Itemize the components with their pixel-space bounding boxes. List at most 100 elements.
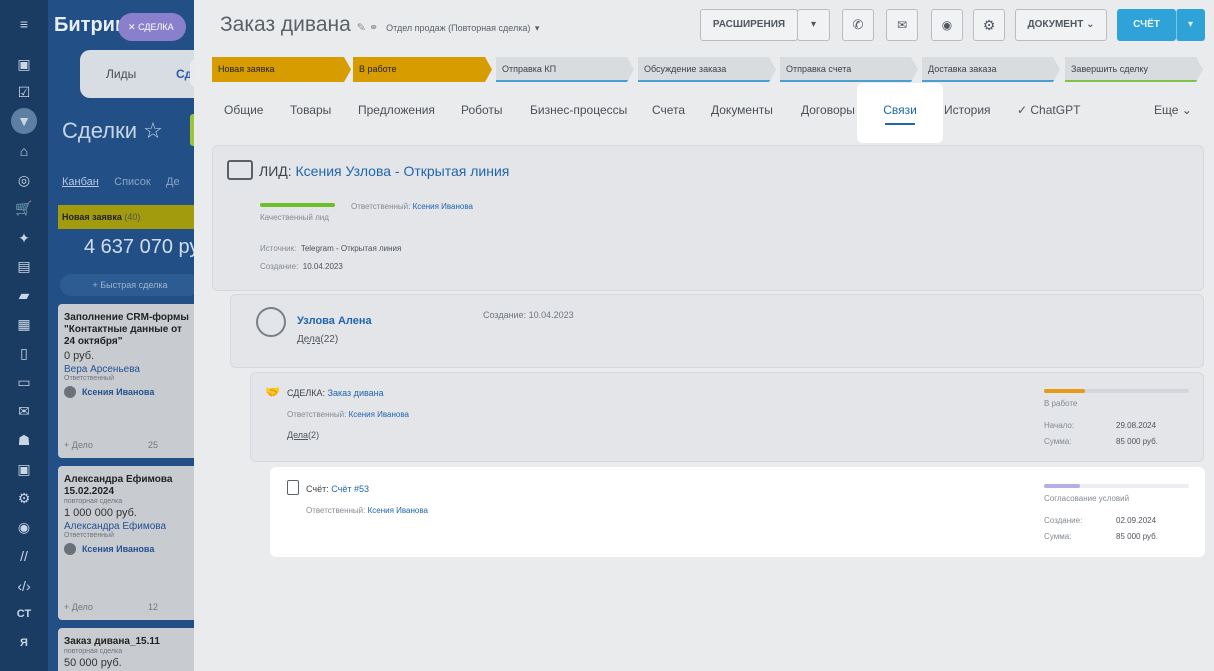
lead-card-icon — [227, 160, 253, 180]
contact-deals[interactable]: Дела(22) — [297, 334, 338, 345]
tab-more[interactable]: Еще ⌄ — [1154, 103, 1192, 117]
bg-page-title: Сделки ☆ — [62, 118, 163, 143]
card-contact[interactable]: Александра Ефимова — [64, 521, 192, 532]
tab-bar: Общие Товары Предложения Роботы Бизнес-п… — [224, 95, 1204, 125]
deal-link[interactable]: Заказ дивана — [328, 388, 384, 398]
invoice-button[interactable]: СЧЁТ — [1117, 9, 1176, 41]
kanban-column-header: Новая заявка (40) — [58, 205, 194, 229]
card-responsible[interactable]: Ксения Иванова — [64, 543, 192, 555]
target-icon[interactable]: ◎ — [14, 170, 34, 190]
deal-chip-label: СДЕЛКА — [138, 22, 174, 32]
tab-contracts[interactable]: Договоры — [801, 103, 855, 117]
filter-icon[interactable]: ▼ — [11, 108, 37, 134]
bank-icon[interactable]: ⌂ — [14, 141, 34, 161]
stage-send-kp[interactable]: Отправка КП — [496, 57, 634, 82]
card-price: 0 руб. — [64, 350, 95, 362]
invoice-block: Счёт: Счёт #53 Ответственный: Ксения Ива… — [270, 467, 1205, 557]
page-title: Заказ дивана ✎ ⚭ Отдел продаж (Повторная … — [220, 13, 540, 36]
mail-icon[interactable]: ✉ — [14, 401, 34, 421]
card-responsible[interactable]: Ксения Иванова — [64, 386, 192, 398]
view-kanban[interactable]: Канбан — [62, 176, 99, 188]
extensions-dropdown[interactable]: ▾ — [797, 9, 830, 41]
brand-logo: Битрик — [54, 14, 125, 36]
lead-source: Источник: Telegram - Открытая линия — [260, 244, 402, 253]
card-footer[interactable]: + Дело 25 — [64, 440, 158, 450]
tab-invoices[interactable]: Счета — [652, 103, 685, 117]
contact-link[interactable]: Узлова Алена — [297, 315, 372, 327]
deal-card[interactable]: Заполнение CRM-формы "Контактные данные … — [58, 304, 194, 458]
lead-link[interactable]: Ксения Узлова - Открытая линия — [296, 163, 510, 179]
close-icon[interactable]: ✕ — [128, 22, 136, 32]
invoice-responsible-link[interactable]: Ксения Иванова — [368, 506, 428, 515]
tab-general[interactable]: Общие — [224, 103, 263, 117]
view-other[interactable]: Де — [166, 176, 180, 188]
stage-discussion[interactable]: Обсуждение заказа — [638, 57, 776, 82]
bg-tabs: Лиды Сд ⇲ — [80, 50, 194, 98]
mail-icon[interactable]: ✉ — [886, 9, 918, 41]
calendar-icon[interactable]: ▦ — [14, 314, 34, 334]
star-icon[interactable]: ☆ — [143, 118, 163, 143]
marketing-icon[interactable]: // — [14, 546, 34, 566]
card-role: Ответственный — [64, 532, 114, 539]
stage-finish[interactable]: Завершить сделку — [1065, 57, 1203, 82]
tab-documents[interactable]: Документы — [711, 103, 773, 117]
drive-icon[interactable]: ▭ — [14, 372, 34, 392]
card-price: 1 000 000 руб. — [64, 507, 137, 519]
invoice-sum-label: Сумма: — [1044, 532, 1072, 541]
deal-status: В работе — [1044, 399, 1078, 408]
contact-block: Узлова Алена Дела(22) Создание: 10.04.20… — [230, 294, 1204, 368]
quick-deal-button[interactable]: + Быстрая сделка — [60, 274, 194, 296]
category-select[interactable]: Отдел продаж (Повторная сделка) — [386, 23, 530, 33]
chat-icon[interactable]: ▰ — [14, 285, 34, 305]
stage-in-work[interactable]: В работе — [353, 57, 492, 82]
robot-icon[interactable]: ⚙ — [14, 488, 34, 508]
deal-deals[interactable]: Дела(2) — [287, 430, 319, 440]
lead-block: ЛИД: Ксения Узлова - Открытая линия Каче… — [212, 145, 1204, 291]
tab-links[interactable]: Связи — [857, 83, 943, 143]
menu-icon[interactable]: ≡ — [14, 14, 34, 34]
card-contact[interactable]: Вера Арсеньева — [64, 364, 192, 375]
card-footer[interactable]: + Дело 12 — [64, 602, 158, 612]
tab-chatgpt[interactable]: ✓ ChatGPT — [1017, 103, 1080, 117]
lead-responsible-link[interactable]: Ксения Иванова — [413, 202, 473, 211]
gear-icon[interactable]: ⚙ — [973, 9, 1005, 41]
tab-offers[interactable]: Предложения — [358, 103, 435, 117]
deal-card[interactable]: Александра Ефимова 15.02.2024 повторная … — [58, 466, 194, 620]
tab-bp[interactable]: Бизнес-процессы — [530, 103, 627, 117]
bg-tab-leads[interactable]: Лиды — [106, 67, 136, 81]
deal-card[interactable]: Заказ дивана_15.11 повторная сделка 50 0… — [58, 628, 194, 671]
tab-products[interactable]: Товары — [290, 103, 331, 117]
rail-ct[interactable]: СТ — [14, 604, 34, 624]
extensions-button[interactable]: РАСШИРЕНИЯ — [700, 9, 798, 41]
phone-icon[interactable]: ✆ — [842, 9, 874, 41]
document-button[interactable]: ДОКУМЕНТ ⌄ — [1015, 9, 1107, 41]
tab-history[interactable]: История — [944, 103, 991, 117]
invoice-progress-fill — [1044, 484, 1081, 488]
home-icon[interactable]: ▣ — [14, 54, 34, 74]
avatar — [64, 386, 76, 398]
tasks-icon[interactable]: ☑ — [14, 82, 34, 102]
cart-icon[interactable]: 🛒 — [14, 198, 34, 218]
invoice-progress — [1044, 484, 1189, 488]
edit-icon[interactable]: ✎ ⚭ — [357, 22, 379, 34]
team-icon[interactable]: ☗ — [14, 430, 34, 450]
stage-new[interactable]: Новая заявка — [212, 57, 351, 82]
coin-icon[interactable]: ◉ — [931, 9, 963, 41]
id-icon[interactable]: ▣ — [14, 459, 34, 479]
database-icon[interactable]: ◉ — [14, 517, 34, 537]
stage-delivery[interactable]: Доставка заказа — [922, 57, 1060, 82]
deal-responsible-link[interactable]: Ксения Иванова — [349, 410, 409, 419]
rail-ya[interactable]: Я — [14, 633, 34, 653]
tab-robots[interactable]: Роботы — [461, 103, 503, 117]
invoice-dropdown[interactable]: ▾ — [1176, 9, 1205, 41]
stage-send-invoice[interactable]: Отправка счета — [780, 57, 918, 82]
puzzle-icon[interactable]: ✦ — [14, 228, 34, 248]
code-icon[interactable]: ‹/› — [14, 576, 34, 596]
window-icon[interactable]: ▤ — [14, 256, 34, 276]
invoice-link[interactable]: Счёт #53 — [331, 484, 369, 494]
view-list[interactable]: Список — [114, 176, 151, 188]
chevron-down-icon[interactable]: ▾ — [532, 23, 540, 33]
document-icon[interactable]: ▯ — [14, 343, 34, 363]
deal-chip[interactable]: ✕ СДЕЛКА — [118, 13, 186, 41]
invoice-icon — [287, 480, 299, 495]
